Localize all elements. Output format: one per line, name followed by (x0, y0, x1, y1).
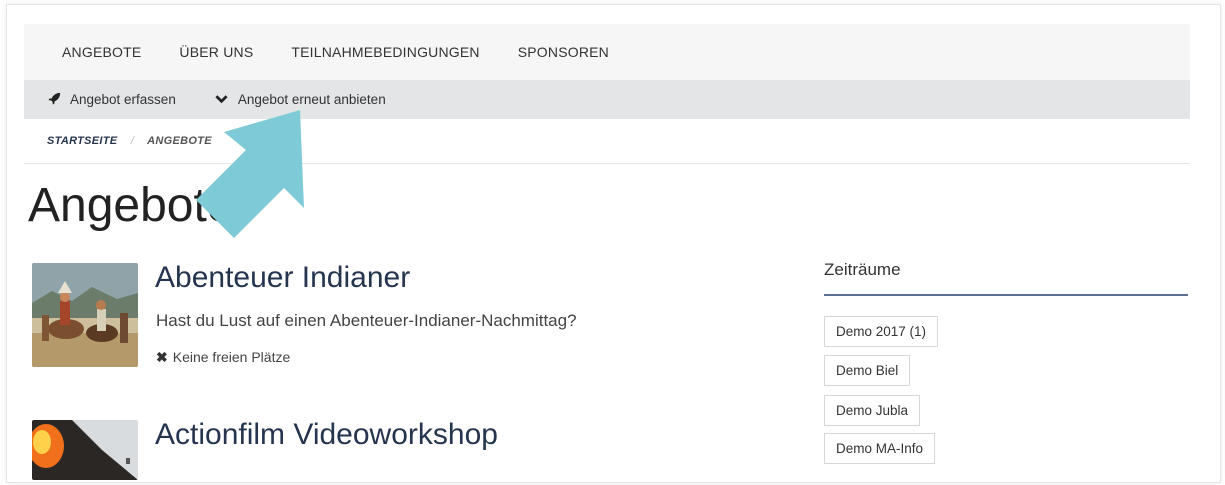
period-tag-demo-jubla[interactable]: Demo Jubla (824, 395, 921, 426)
breadcrumb-separator: / (130, 135, 135, 147)
offer-description: Hast du Lust auf einen Abenteuer-Indiane… (156, 311, 577, 330)
breadcrumb-home[interactable]: STARTSEITE (47, 135, 117, 147)
offer-image-abenteuer-indianer[interactable] (32, 263, 138, 367)
annotation-arrow-icon (196, 110, 304, 238)
nav-item-teilnahmebedingungen[interactable]: TEILNAHMEBEDINGUNGEN (291, 44, 479, 60)
offer-status-label: Keine freien Plätze (172, 349, 291, 365)
offer-title-actionfilm[interactable]: Actionfilm Videoworkshop (155, 418, 498, 452)
nav-item-sponsoren[interactable]: SPONSOREN (518, 44, 609, 60)
close-icon: ✖ (156, 349, 168, 365)
rocket-icon (46, 92, 62, 108)
nav-item-ueber-uns[interactable]: ÜBER UNS (179, 44, 253, 60)
sidebar-title: Zeiträume (824, 260, 901, 279)
offer-status: ✖ Keine freien Plätze (156, 349, 290, 366)
sidebar-underline (824, 294, 1188, 296)
create-offer-label: Angebot erfassen (70, 92, 176, 107)
offer-title-abenteuer-indianer[interactable]: Abenteuer Indianer (155, 261, 410, 295)
period-tag-demo-biel[interactable]: Demo Biel (824, 355, 911, 386)
create-offer-button[interactable]: Angebot erfassen (46, 92, 176, 108)
period-tag-demo-2017[interactable]: Demo 2017 (1) (824, 316, 939, 347)
period-tag-demo-ma-info[interactable]: Demo MA-Info (824, 433, 936, 464)
offer-image-actionfilm[interactable] (32, 420, 138, 480)
top-navigation: ANGEBOTE ÜBER UNS TEILNAHMEBEDINGUNGEN S… (24, 24, 1190, 80)
breadcrumb: STARTSEITE / ANGEBOTE (47, 135, 212, 147)
nav-item-angebote[interactable]: ANGEBOTE (62, 44, 141, 60)
